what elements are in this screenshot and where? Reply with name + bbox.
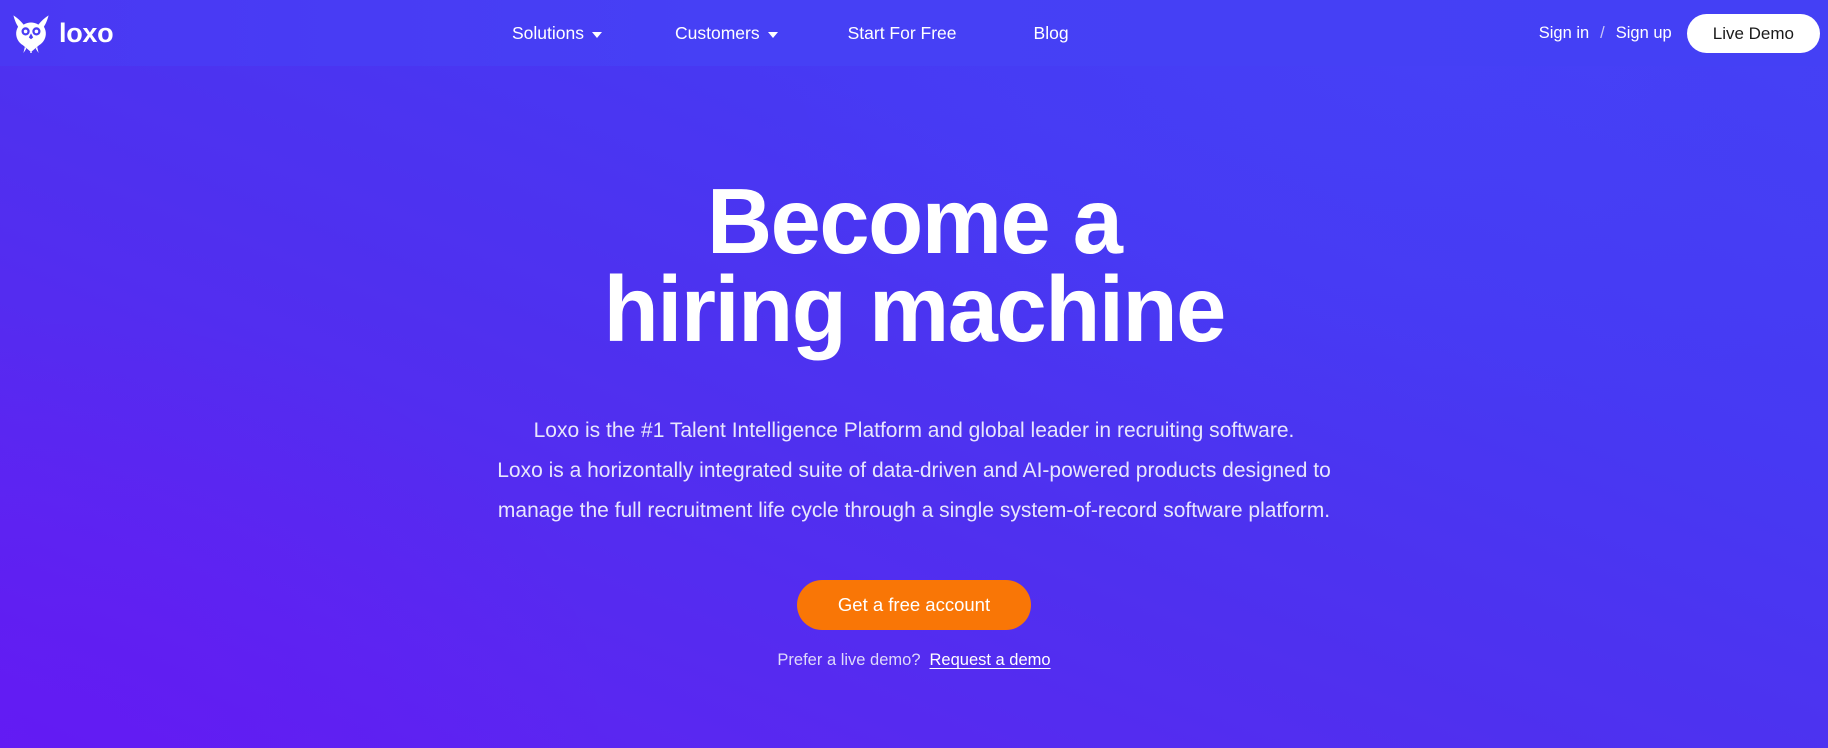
request-a-demo-link[interactable]: Request a demo	[930, 651, 1051, 670]
nav-item-blog[interactable]: Blog	[1034, 23, 1069, 44]
sign-up-link[interactable]: Sign up	[1616, 24, 1672, 43]
nav-item-start-for-free-label: Start For Free	[847, 22, 957, 43]
hero-description-line-3: manage the full recruitment life cycle t…	[497, 498, 1331, 522]
owl-icon	[12, 13, 50, 53]
live-demo-button[interactable]: Live Demo	[1686, 13, 1820, 53]
chevron-down-icon	[767, 32, 778, 38]
account-actions: Sign in / Sign up Live Demo	[1539, 0, 1828, 66]
headline-line-2: hiring machine	[603, 256, 1226, 361]
nav-item-blog-label: Blog	[1033, 22, 1069, 43]
top-navigation-bar: loxo Solutions Customers Start For Free …	[0, 0, 1828, 66]
demo-prompt-row: Prefer a live demo? Request a demo	[777, 651, 1050, 670]
nav-item-solutions-label: Solutions	[512, 22, 584, 43]
chevron-down-icon	[592, 32, 602, 38]
primary-nav-links: Solutions Customers Start For Free Blog	[512, 0, 1069, 66]
hero-description: Loxo is the #1 Talent Intelligence Platf…	[409, 411, 1419, 531]
brand-name: loxo	[59, 17, 114, 48]
get-free-account-button[interactable]: Get a free account	[796, 579, 1032, 631]
sign-in-link[interactable]: Sign in	[1539, 24, 1589, 43]
nav-item-solutions[interactable]: Solutions	[512, 23, 602, 44]
hero-description-line-1: Loxo is the #1 Talent Intelligence Platf…	[533, 418, 1295, 442]
nav-item-customers[interactable]: Customers	[675, 23, 778, 44]
brand-logo-link[interactable]: loxo	[12, 13, 114, 53]
demo-prompt-text: Prefer a live demo?	[777, 651, 921, 670]
nav-item-start-for-free[interactable]: Start For Free	[848, 23, 957, 44]
hero-description-line-2: Loxo is a horizontally integrated suite …	[497, 458, 1331, 482]
page-title: Become a hiring machine	[603, 175, 1226, 356]
hero-content: Become a hiring machine Loxo is the #1 T…	[0, 0, 1828, 748]
nav-item-customers-label: Customers	[675, 22, 760, 43]
auth-separator: /	[1600, 23, 1605, 42]
